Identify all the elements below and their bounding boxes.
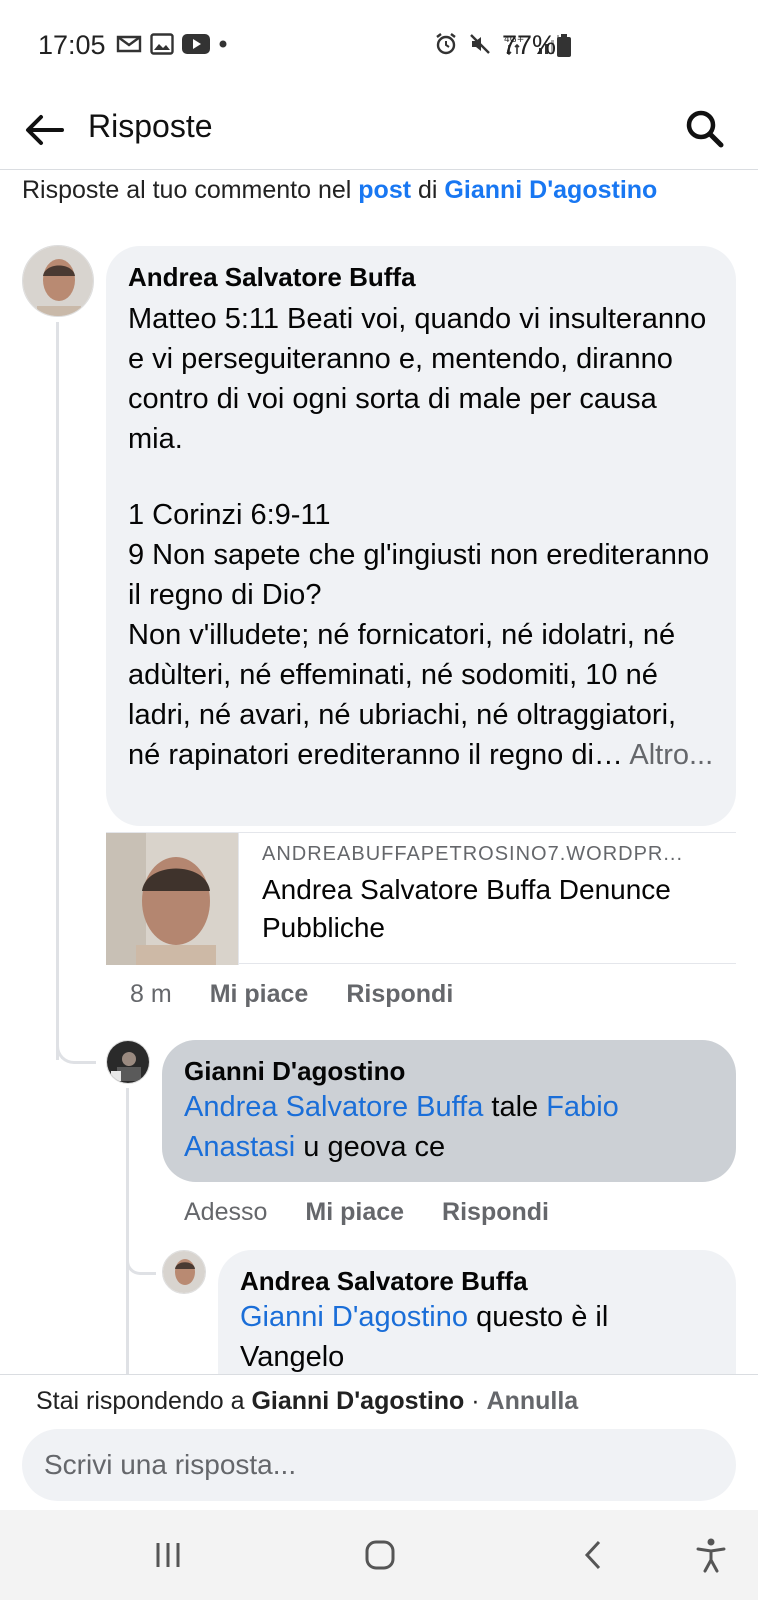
link-preview-thumbnail (106, 833, 238, 965)
like-button[interactable]: Mi piace (210, 980, 309, 1009)
replying-prefix: Stai rispondendo a (36, 1387, 252, 1415)
header: Risposte (0, 90, 758, 170)
home-button[interactable] (355, 1532, 405, 1578)
recent-apps-button[interactable] (143, 1532, 193, 1578)
gmail-icon (116, 35, 142, 53)
avatar[interactable] (106, 1040, 150, 1084)
reply-bar: Stai rispondendo a Gianni D'agostino · A… (0, 1374, 758, 1510)
link-preview[interactable]: ANDREABUFFAPETROSINO7.WORDPR... Andrea S… (106, 832, 736, 965)
dot-icon (219, 40, 227, 48)
reply-button[interactable]: Rispondi (442, 1198, 549, 1227)
back-arrow-icon (26, 115, 64, 145)
comment-text: Andrea Salvatore Buffa tale Fabio Anasta… (184, 1087, 714, 1167)
battery-percent: 77% (502, 30, 557, 60)
thread-connector-nested (126, 1255, 156, 1275)
link-title: Andrea Salvatore Buffa Denunce Pubbliche (262, 874, 671, 943)
comment-author[interactable]: Gianni D'agostino (184, 1056, 714, 1087)
comment-time: Adesso (184, 1198, 268, 1226)
accessibility-icon (696, 1538, 726, 1573)
avatar[interactable] (162, 1250, 206, 1294)
mention-link[interactable]: Gianni D'agostino (240, 1301, 468, 1333)
comment-bubble[interactable]: Andrea Salvatore Buffa Matteo 5:11 Beati… (106, 246, 736, 826)
context-middle: di (411, 176, 445, 204)
home-icon (365, 1540, 395, 1570)
comment-actions: Adesso Mi piace Rispondi (184, 1198, 549, 1227)
post-link[interactable]: post (358, 176, 411, 204)
link-domain: ANDREABUFFAPETROSINO7.WORDPR... (262, 843, 684, 865)
comment-text: Matteo 5:11 Beati voi, quando vi insulte… (128, 299, 714, 775)
comment-text: Gianni D'agostino questo è il Vangelo (240, 1297, 714, 1377)
comment-author[interactable]: Andrea Salvatore Buffa (240, 1266, 714, 1297)
comment-bubble[interactable]: Gianni D'agostino Andrea Salvatore Buffa… (162, 1040, 736, 1182)
context-prefix: Risposte al tuo commento nel (22, 176, 359, 204)
status-time: 17:05 (38, 30, 106, 60)
replying-to: Stai rispondendo a Gianni D'agostino · A… (36, 1387, 578, 1416)
avatar-photo (23, 246, 93, 316)
back-button[interactable] (22, 108, 66, 152)
comment-paragraph: 9 Non sapete che gl'ingiusti non eredite… (128, 539, 710, 611)
status-bar: 17:05 4G+ 77% (0, 0, 758, 90)
thread-line-nested (126, 1088, 129, 1378)
comment-time: 8 m (130, 980, 172, 1008)
avatar[interactable] (22, 245, 94, 317)
comment-paragraph: Matteo 5:11 Beati voi, quando vi insulte… (128, 303, 707, 455)
comment-fragment: u geova ce (295, 1131, 446, 1163)
separator: · (464, 1387, 487, 1415)
alarm-icon (436, 33, 456, 55)
see-more-link[interactable]: Altro... (629, 739, 713, 771)
reply-input[interactable] (22, 1429, 736, 1501)
back-icon (584, 1540, 601, 1570)
like-button[interactable]: Mi piace (305, 1198, 404, 1227)
comment-author[interactable]: Andrea Salvatore Buffa (128, 262, 714, 293)
avatar-photo (163, 1251, 205, 1293)
cancel-reply-button[interactable]: Annulla (487, 1387, 579, 1415)
comment-actions: 8 m Mi piace Rispondi (130, 980, 453, 1009)
gallery-icon (150, 33, 174, 55)
recent-apps-icon (156, 1543, 180, 1567)
accessibility-button[interactable] (686, 1532, 736, 1578)
system-back-button[interactable] (568, 1532, 618, 1578)
search-icon (686, 110, 724, 148)
notification-icons (116, 33, 228, 55)
youtube-icon (182, 34, 210, 54)
reply-button[interactable]: Rispondi (346, 980, 453, 1009)
context-line: Risposte al tuo commento nel post di Gia… (22, 176, 657, 205)
mention-link[interactable]: Andrea Salvatore Buffa (184, 1091, 483, 1123)
thread-line (56, 322, 59, 1060)
divider (238, 833, 239, 965)
mute-icon (470, 34, 490, 54)
system-nav-bar (0, 1510, 758, 1600)
thread-connector (56, 1040, 96, 1064)
search-button[interactable] (680, 104, 730, 154)
comment-paragraph: Non v'illudete; né fornicatori, né idola… (128, 619, 677, 771)
post-author-link[interactable]: Gianni D'agostino (444, 176, 657, 204)
battery-icon (557, 34, 571, 57)
page-title: Risposte (88, 108, 213, 144)
comment-fragment: tale (483, 1091, 547, 1123)
avatar-photo (107, 1041, 149, 1083)
replying-name: Gianni D'agostino (251, 1387, 465, 1415)
comment-paragraph: 1 Corinzi 6:9-11 (128, 499, 331, 531)
